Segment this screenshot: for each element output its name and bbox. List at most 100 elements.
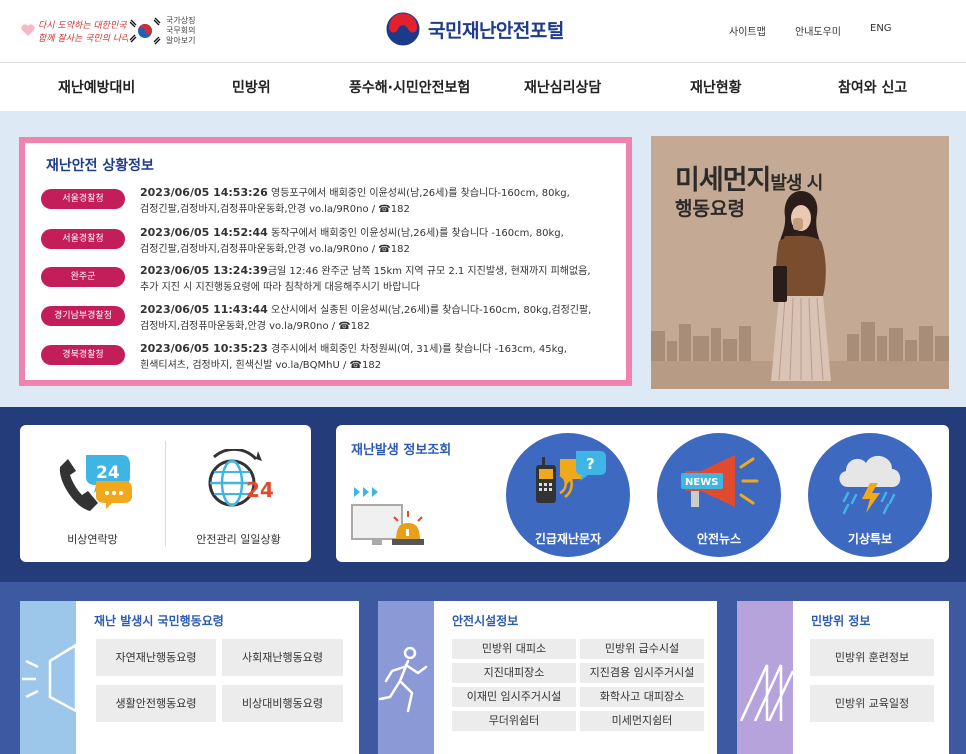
taegukgi-icon[interactable] xyxy=(128,16,162,46)
disaster-inquiry-title: 재난발생 정보조회 xyxy=(351,443,452,458)
storm-cloud-icon xyxy=(839,455,901,515)
weather-warning-label: 기상특보 xyxy=(847,532,893,546)
nav-item-counseling[interactable]: 재난심리상담 xyxy=(524,77,601,97)
nav-item-civil-defense[interactable]: 민방위 xyxy=(232,77,271,97)
nav-item-insurance[interactable]: 풍수해·시민안전보험 xyxy=(349,77,470,97)
poster-title-big: 미세먼지 xyxy=(675,165,771,196)
site-title: 국민재난안전포털 xyxy=(428,19,564,42)
monitor-alarm-icon xyxy=(351,487,424,545)
situation-text: 2023/06/05 13:24:39금일 12:46 완주군 남쪽 15km … xyxy=(140,263,618,296)
situation-line-1: 오산시에서 실종된 이윤성씨(남,26세)를 찾습니다-160cm, 80kg,… xyxy=(267,305,592,316)
life-safety-guide-button[interactable]: 생활안전행동요령 xyxy=(96,685,216,722)
emergency-contacts-button[interactable]: 24 비상연락망 xyxy=(20,425,165,562)
situation-text: 2023/06/05 14:53:26 영등포구에서 배회중인 이윤성씨(남,2… xyxy=(140,185,618,218)
situation-item[interactable]: 경기남부경찰청 2023/06/05 11:43:44 오산시에서 실종된 이윤… xyxy=(41,302,621,338)
guide-link[interactable]: 안내도우미 xyxy=(795,23,841,38)
shelter-button[interactable]: 민방위 대피소 xyxy=(452,639,576,659)
situation-text: 2023/06/05 14:52:44 동작구에서 배회중인 이윤성씨(남,26… xyxy=(140,225,618,258)
situation-text: 2023/06/05 10:35:23 경주시에서 배회중인 차정원씨(여, 3… xyxy=(140,341,618,374)
situation-line-2: 검정바지,검정퓨마운동화,안경 vo.la/9R0no / ☎182 xyxy=(140,321,370,332)
poster-title-small: 발생 시 xyxy=(770,173,823,194)
national-symbols-link[interactable]: 국가상징 국무회의 알아보기 xyxy=(166,16,195,46)
situation-item[interactable]: 서울경찰청 2023/06/05 14:53:26 영등포구에서 배회중인 이윤… xyxy=(41,185,621,221)
quick-links-card: 24 비상연락망 24 안전관리 일일상황 xyxy=(20,425,311,562)
chemical-evacuation-button[interactable]: 화학사고 대피장소 xyxy=(580,687,704,707)
situation-item[interactable]: 서울경찰청 2023/06/05 14:52:44 동작구에서 배회중인 이윤성… xyxy=(41,225,621,261)
situation-item[interactable]: 완주군 2023/06/05 13:24:39금일 12:46 완주군 남쪽 1… xyxy=(41,263,621,299)
fine-dust-poster[interactable]: 미세먼지발생 시 행동요령 xyxy=(651,136,949,389)
natural-disaster-guide-button[interactable]: 자연재난행동요령 xyxy=(96,639,216,676)
weather-warning-button[interactable]: 기상특보 xyxy=(808,433,932,557)
nav-item-status[interactable]: 재난현황 xyxy=(690,77,742,97)
civil-defense-side xyxy=(737,601,793,754)
header: 다시 도약하는 대한민국 함께 잘사는 국민의 나라 국가상징 국무회의 알아보… xyxy=(0,0,966,63)
sitemap-link[interactable]: 사이트맵 xyxy=(729,23,766,38)
situation-item[interactable]: 경북경찰청 2023/06/05 10:35:23 경주시에서 배회중인 차정원… xyxy=(41,341,621,377)
phone-24-icon: 24 xyxy=(59,455,132,511)
flag-text-3: 알아보기 xyxy=(166,36,196,45)
emergency-prep-guide-button[interactable]: 비상대비행동요령 xyxy=(222,685,343,722)
situation-line-2: 검정긴팔,검정바지,검정퓨마운동화,안경 vo.la/9R0no / ☎182 xyxy=(140,204,410,215)
situation-line-1: 영등포구에서 배회중인 이윤성씨(남,26세)를 찾습니다-160cm, 80k… xyxy=(267,188,570,199)
situation-datetime: 2023/06/05 14:53:26 xyxy=(140,186,268,199)
safety-facility-panel: 안전시설정보 민방위 대피소 민방위 급수시설 지진대피장소 지진겸용 임시주거… xyxy=(378,601,717,754)
situation-badge: 서울경찰청 xyxy=(41,229,125,249)
situation-datetime: 2023/06/05 11:43:44 xyxy=(140,303,268,316)
action-guide-side xyxy=(20,601,76,754)
nav-item-prevention[interactable]: 재난예방대비 xyxy=(58,77,135,97)
poster-title-line-2: 행동요령 xyxy=(675,198,745,220)
situation-title: 재난안전 상황정보 xyxy=(46,158,154,174)
training-info-button[interactable]: 민방위 훈련정보 xyxy=(810,639,934,676)
situation-badge: 완주군 xyxy=(41,267,125,287)
situation-datetime: 2023/06/05 14:52:44 xyxy=(140,226,268,239)
site-logo[interactable]: 국민재난안전포털 xyxy=(386,12,564,46)
situation-line-1: 경주시에서 배회중인 차정원씨(여, 31세)를 찾습니다 -163cm, 45… xyxy=(267,344,567,355)
svg-text:24: 24 xyxy=(246,478,274,502)
education-schedule-button[interactable]: 민방위 교육일정 xyxy=(810,685,934,722)
english-link[interactable]: ENG xyxy=(870,23,892,34)
svg-text:24: 24 xyxy=(96,463,120,483)
safety-news-label: 안전뉴스 xyxy=(696,532,742,546)
fine-dust-shelter-button[interactable]: 미세먼지쉼터 xyxy=(580,711,704,731)
slogan-logo[interactable]: 다시 도약하는 대한민국 함께 잘사는 국민의 나라 국가상징 국무회의 알아보… xyxy=(18,14,195,48)
globe-24-icon: 24 xyxy=(208,449,274,507)
government-emblem-icon xyxy=(386,12,420,46)
situation-badge: 서울경찰청 xyxy=(41,189,125,209)
action-guide-panel: 재난 발생시 국민행동요령 자연재난행동요령 사회재난행동요령 생활안전행동요령… xyxy=(20,601,359,754)
heat-shelter-button[interactable]: 무더위쉼터 xyxy=(452,711,576,731)
situation-line-2: 추가 지진 시 지진행동요령에 따라 침착하게 대응해주시기 바랍니다 xyxy=(140,282,420,293)
civil-defense-panel: 민방위 정보 민방위 훈련정보 민방위 교육일정 xyxy=(737,601,949,754)
situation-line-1: 동작구에서 배회중인 이윤성씨(남,26세)를 찾습니다 -160cm, 80k… xyxy=(267,228,564,239)
situation-panel: 재난안전 상황정보 서울경찰청 2023/06/05 14:53:26 영등포구… xyxy=(19,137,632,386)
water-supply-button[interactable]: 민방위 급수시설 xyxy=(580,639,704,659)
nav-item-report[interactable]: 참여와 신고 xyxy=(838,77,907,97)
earthquake-temp-housing-button[interactable]: 지진겸용 임시주거시설 xyxy=(580,663,704,683)
action-guide-title: 재난 발생시 국민행동요령 xyxy=(94,614,224,628)
situation-text: 2023/06/05 11:43:44 오산시에서 실종된 이윤성씨(남,26세… xyxy=(140,302,618,335)
victim-temp-housing-button[interactable]: 이재민 임시주거시설 xyxy=(452,687,576,707)
svg-text:?: ? xyxy=(586,455,595,473)
phone-alert-icon: ? xyxy=(536,451,606,503)
situation-line-2: 흰색티셔츠, 검정바지, 흰색신발 vo.la/BQMhU / ☎182 xyxy=(140,360,382,371)
safety-facility-title: 안전시설정보 xyxy=(452,614,519,628)
situation-line-2: 검정긴팔,검정바지,검정퓨마운동화,안경 vo.la/9R0no / ☎182 xyxy=(140,244,410,255)
slogan: 다시 도약하는 대한민국 함께 잘사는 국민의 나라 xyxy=(18,14,129,48)
situation-line-1: 금일 12:46 완주군 남쪽 15km 지역 규모 2.1 지진발생, 현재까… xyxy=(267,266,591,277)
running-person-icon xyxy=(378,646,428,713)
flag-text-2: 국무회의 xyxy=(166,26,196,35)
disaster-inquiry-card: 재난발생 정보조회 ? 긴급재난문자 NEWS 안전뉴스 기상특보 xyxy=(336,425,949,562)
siren-outline-icon xyxy=(22,643,76,713)
safety-facility-side xyxy=(378,601,434,754)
daily-status-label: 안전관리 일일상황 xyxy=(196,533,281,546)
earthquake-evacuation-button[interactable]: 지진대피장소 xyxy=(452,663,576,683)
daily-status-button[interactable]: 24 안전관리 일일상황 xyxy=(166,425,311,562)
poster-title-line-1: 미세먼지발생 시 xyxy=(675,158,823,197)
emergency-sms-button[interactable]: ? 긴급재난문자 xyxy=(506,433,630,557)
main-nav: 재난예방대비 민방위 풍수해·시민안전보험 재난심리상담 재난현황 참여와 신고 xyxy=(0,63,966,111)
safety-news-button[interactable]: NEWS 안전뉴스 xyxy=(657,433,781,557)
stripes-graphic-icon xyxy=(739,664,793,722)
social-disaster-guide-button[interactable]: 사회재난행동요령 xyxy=(222,639,343,676)
slogan-line-1: 다시 도약하는 대한민국 xyxy=(38,21,127,31)
svg-text:NEWS: NEWS xyxy=(685,477,718,488)
civil-defense-title: 민방위 정보 xyxy=(811,614,871,628)
